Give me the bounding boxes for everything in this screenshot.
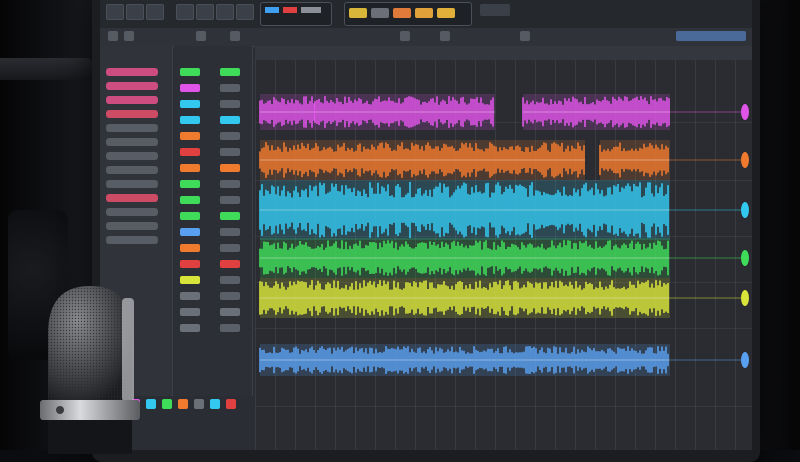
tool-icon[interactable] xyxy=(520,31,530,41)
tool-button[interactable] xyxy=(196,4,214,20)
track-list-item[interactable] xyxy=(106,68,158,76)
channel-slot[interactable] xyxy=(180,196,200,204)
bottom-tool-icon[interactable] xyxy=(178,399,188,409)
channel-slot[interactable] xyxy=(220,244,240,252)
arrangement-view[interactable] xyxy=(255,60,752,450)
tool-icon[interactable] xyxy=(196,31,206,41)
channel-slot[interactable] xyxy=(220,180,240,188)
waveform-svg xyxy=(259,94,749,376)
channel-slot[interactable] xyxy=(180,292,200,300)
track-list-item[interactable] xyxy=(106,82,158,90)
daw-top-toolbar xyxy=(100,0,752,29)
channel-slot[interactable] xyxy=(220,260,240,268)
bottom-tool-icon[interactable] xyxy=(226,399,236,409)
tool-button[interactable] xyxy=(216,4,234,20)
tool-button[interactable] xyxy=(176,4,194,20)
channel-slot[interactable] xyxy=(220,84,240,92)
channel-slot[interactable] xyxy=(220,212,240,220)
color-swatch[interactable] xyxy=(371,8,389,18)
tool-button[interactable] xyxy=(236,4,254,20)
tool-icon[interactable] xyxy=(108,31,118,41)
channel-slot[interactable] xyxy=(180,244,200,252)
track-list-item[interactable] xyxy=(106,124,158,132)
channel-slot[interactable] xyxy=(220,276,240,284)
channel-slot[interactable] xyxy=(180,84,200,92)
color-swatch[interactable] xyxy=(349,8,367,18)
channel-slot[interactable] xyxy=(220,100,240,108)
channel-slot[interactable] xyxy=(220,68,240,76)
bottom-tool-icon[interactable] xyxy=(146,399,156,409)
transport-button[interactable] xyxy=(146,4,164,20)
automation-node[interactable] xyxy=(741,352,749,368)
automation-node[interactable] xyxy=(741,250,749,266)
tool-icon[interactable] xyxy=(400,31,410,41)
channel-slot[interactable] xyxy=(220,228,240,236)
track-list-item[interactable] xyxy=(106,138,158,146)
timeline-ruler[interactable] xyxy=(255,46,752,61)
channel-slot[interactable] xyxy=(220,164,240,172)
shelf xyxy=(0,58,92,80)
channel-slot[interactable] xyxy=(180,228,200,236)
track-list-item[interactable] xyxy=(106,222,158,230)
waveform-regions[interactable] xyxy=(255,60,752,450)
channel-slot[interactable] xyxy=(180,68,200,76)
marker-bar[interactable] xyxy=(676,31,746,41)
channel-slot[interactable] xyxy=(180,148,200,156)
automation-node[interactable] xyxy=(741,104,749,120)
bottom-tool-icon[interactable] xyxy=(162,399,172,409)
channel-slot[interactable] xyxy=(180,116,200,124)
automation-node[interactable] xyxy=(741,290,749,306)
automation-node[interactable] xyxy=(741,202,749,218)
channel-slot[interactable] xyxy=(220,308,240,316)
track-list-item[interactable] xyxy=(106,96,158,104)
track-list-item[interactable] xyxy=(106,180,158,188)
lcd-display xyxy=(260,2,332,26)
channel-slot[interactable] xyxy=(220,116,240,124)
track-list-item[interactable] xyxy=(106,152,158,160)
channel-slot[interactable] xyxy=(220,292,240,300)
microphone xyxy=(40,286,140,454)
channel-slot[interactable] xyxy=(180,260,200,268)
automation-node[interactable] xyxy=(741,152,749,168)
menu-button[interactable] xyxy=(480,4,510,16)
track-list-item[interactable] xyxy=(106,194,158,202)
channel-slot[interactable] xyxy=(180,180,200,188)
track-list-item[interactable] xyxy=(106,208,158,216)
channel-slot[interactable] xyxy=(180,132,200,140)
channel-slot[interactable] xyxy=(220,148,240,156)
tool-icon[interactable] xyxy=(230,31,240,41)
channel-strip-panel xyxy=(174,46,253,396)
channel-slot[interactable] xyxy=(180,324,200,332)
tool-icon[interactable] xyxy=(440,31,450,41)
secondary-toolbar xyxy=(100,28,752,47)
color-swatch[interactable] xyxy=(437,8,455,18)
transport-button[interactable] xyxy=(106,4,124,20)
track-list-item[interactable] xyxy=(106,166,158,174)
channel-slot[interactable] xyxy=(180,276,200,284)
swatch-panel xyxy=(344,2,472,26)
daw-screen xyxy=(100,0,752,450)
channel-slot[interactable] xyxy=(180,100,200,108)
channel-slot[interactable] xyxy=(180,164,200,172)
bottom-tool-icon[interactable] xyxy=(194,399,204,409)
channel-slot[interactable] xyxy=(220,132,240,140)
channel-slot[interactable] xyxy=(220,324,240,332)
bottom-tool-icon[interactable] xyxy=(210,399,220,409)
bottom-toolbar xyxy=(130,396,410,414)
color-swatch[interactable] xyxy=(415,8,433,18)
channel-slot[interactable] xyxy=(220,196,240,204)
track-list-item[interactable] xyxy=(106,110,158,118)
track-list-item[interactable] xyxy=(106,236,158,244)
channel-slot[interactable] xyxy=(180,308,200,316)
tool-icon[interactable] xyxy=(124,31,134,41)
transport-button[interactable] xyxy=(126,4,144,20)
color-swatch[interactable] xyxy=(393,8,411,18)
channel-slot[interactable] xyxy=(180,212,200,220)
